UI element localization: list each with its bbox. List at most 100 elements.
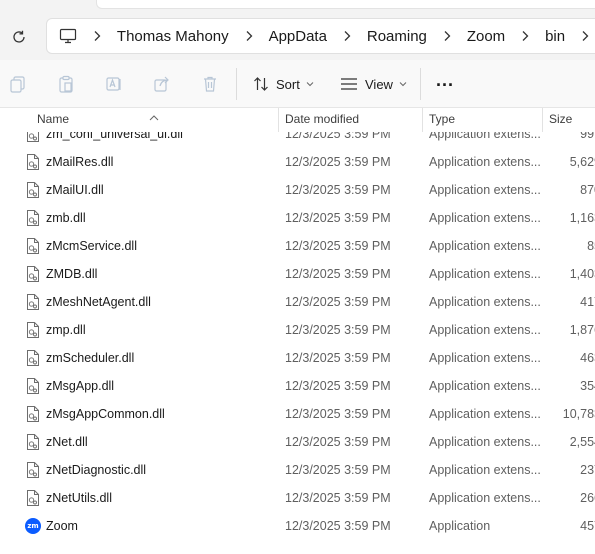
chevron-right-icon[interactable] [565,18,595,54]
file-type: Application extens... [429,351,541,365]
breadcrumb-zoom[interactable]: Zoom [467,28,505,45]
paste-icon[interactable] [55,73,77,95]
computer-icon[interactable] [59,28,77,44]
column-header-type[interactable]: Type [429,112,455,126]
file-size-value: 457 [580,519,595,533]
file-size-value: 1,876 [569,323,595,337]
file-name: zNetUtils.dll [46,491,112,505]
file-type: Application extens... [429,267,541,281]
file-size: 354 [549,379,595,393]
file-name: zmScheduler.dll [46,351,135,365]
file-date-modified: 12/3/2025 3:59 PM [285,519,391,533]
chevron-right-icon[interactable] [505,18,545,54]
view-label: View [365,76,393,92]
file-size: 266 [549,491,595,505]
file-type: Application extens... [429,379,541,393]
file-row[interactable]: zMcmService.dll 12/3/2025 3:59 PM Applicat… [0,232,595,260]
dll-file-icon [26,237,40,255]
column-header-size[interactable]: Size [549,112,572,126]
file-row[interactable]: zMailRes.dll 12/3/2025 3:59 PM Application… [0,148,595,176]
column-divider[interactable] [278,108,279,132]
breadcrumb-appdata[interactable]: AppData [269,28,327,45]
breadcrumb-roaming[interactable]: Roaming [367,28,427,45]
file-type: Application extens... [429,155,541,169]
file-size-value: 85 [587,239,595,253]
column-header-date-modified[interactable]: Date modified [285,112,359,126]
dll-file-icon [26,461,40,479]
rename-icon[interactable] [103,73,125,95]
command-toolbar: Sort View ... [0,60,595,108]
file-size-value: 870 [580,183,595,197]
copy-icon[interactable] [7,73,29,95]
dll-file-icon [26,321,40,339]
file-type: Application extens... [429,463,541,477]
refresh-icon[interactable] [8,26,30,48]
file-date-modified: 12/3/2025 3:59 PM [285,295,391,309]
file-date-modified: 12/3/2025 3:59 PM [285,211,391,225]
file-size: 1,876 [549,323,595,337]
file-row[interactable]: zm Zoom 12/3/2025 3:59 PM Application 457 [0,512,595,540]
chevron-right-icon[interactable] [229,18,269,54]
file-row[interactable]: zMsgAppCommon.dll 12/3/2025 3:59 PM Applic… [0,400,595,428]
file-name: zMeshNetAgent.dll [46,295,151,309]
dll-file-icon [26,293,40,311]
file-type: Application extens... [429,211,541,225]
file-row[interactable]: zmp.dll 12/3/2025 3:59 PM Application exte… [0,316,595,344]
file-row[interactable]: zMeshNetAgent.dll 12/3/2025 3:59 PM Applic… [0,288,595,316]
file-size: 870 [549,183,595,197]
column-divider[interactable] [542,108,543,132]
column-divider[interactable] [422,108,423,132]
file-size-value: 463 [580,351,595,365]
chevron-down-icon [399,81,407,87]
file-type: Application extens... [429,435,541,449]
breadcrumb-bin[interactable]: bin [545,28,565,45]
file-row[interactable]: zmb.dll 12/3/2025 3:59 PM Application exte… [0,204,595,232]
sort-button[interactable]: Sort [253,70,314,98]
dll-file-icon [26,265,40,283]
see-more-button[interactable]: ... [436,70,454,98]
file-size-value: 2,554 [569,435,595,449]
file-type: Application extens... [429,407,541,421]
file-type: Application extens... [429,239,541,253]
file-row[interactable]: ZMDB.dll 12/3/2025 3:59 PM Application ext… [0,260,595,288]
file-row[interactable]: zNetUtils.dll 12/3/2025 3:59 PM Applicatio… [0,484,595,512]
file-date-modified: 12/3/2025 3:59 PM [285,239,391,253]
chevron-right-icon[interactable] [427,18,467,54]
file-row[interactable]: zMsgApp.dll 12/3/2025 3:59 PM Application … [0,372,595,400]
chevron-right-icon[interactable] [327,18,367,54]
file-size: 2,554 [549,435,595,449]
file-size-value: 1,403 [569,267,595,281]
window-top-strip [0,0,595,14]
chevron-right-icon[interactable] [77,18,117,54]
file-date-modified: 12/3/2025 3:59 PM [285,351,391,365]
file-row[interactable]: zNetDiagnostic.dll 12/3/2025 3:59 PM Appli… [0,456,595,484]
file-type: Application extens... [429,323,541,337]
file-row[interactable]: zNet.dll 12/3/2025 3:59 PM Application ext… [0,428,595,456]
file-type: Application extens... [429,491,541,505]
dll-file-icon [26,181,40,199]
file-size: 417 [549,295,595,309]
file-date-modified: 12/3/2025 3:59 PM [285,323,391,337]
file-name: zNet.dll [46,435,88,449]
column-header-name[interactable]: Name [37,112,69,126]
breadcrumb-thomas-mahony[interactable]: Thomas Mahony [117,28,229,45]
sort-icon [253,76,269,92]
file-type: Application extens... [429,183,541,197]
file-size-value: 5,629 [569,155,595,169]
file-date-modified: 12/3/2025 3:59 PM [285,435,391,449]
delete-icon[interactable] [199,73,221,95]
address-bar[interactable]: Thomas Mahony AppData Roaming Zoom bin [46,18,595,54]
address-row: Thomas Mahony AppData Roaming Zoom bin [0,14,595,60]
tab-edge [96,0,595,9]
share-icon[interactable] [151,73,173,95]
file-row[interactable]: zMailUI.dll 12/3/2025 3:59 PM Application … [0,176,595,204]
file-date-modified: 12/3/2025 3:59 PM [285,155,391,169]
view-button[interactable]: View [340,70,407,98]
chevron-down-icon [306,81,314,87]
dll-file-icon [26,405,40,423]
dll-file-icon [26,153,40,171]
file-row[interactable]: zmScheduler.dll 12/3/2025 3:59 PM Applicat… [0,344,595,372]
view-icon [340,77,358,91]
file-type: Application extens... [429,295,541,309]
sort-ascending-icon [149,108,159,126]
